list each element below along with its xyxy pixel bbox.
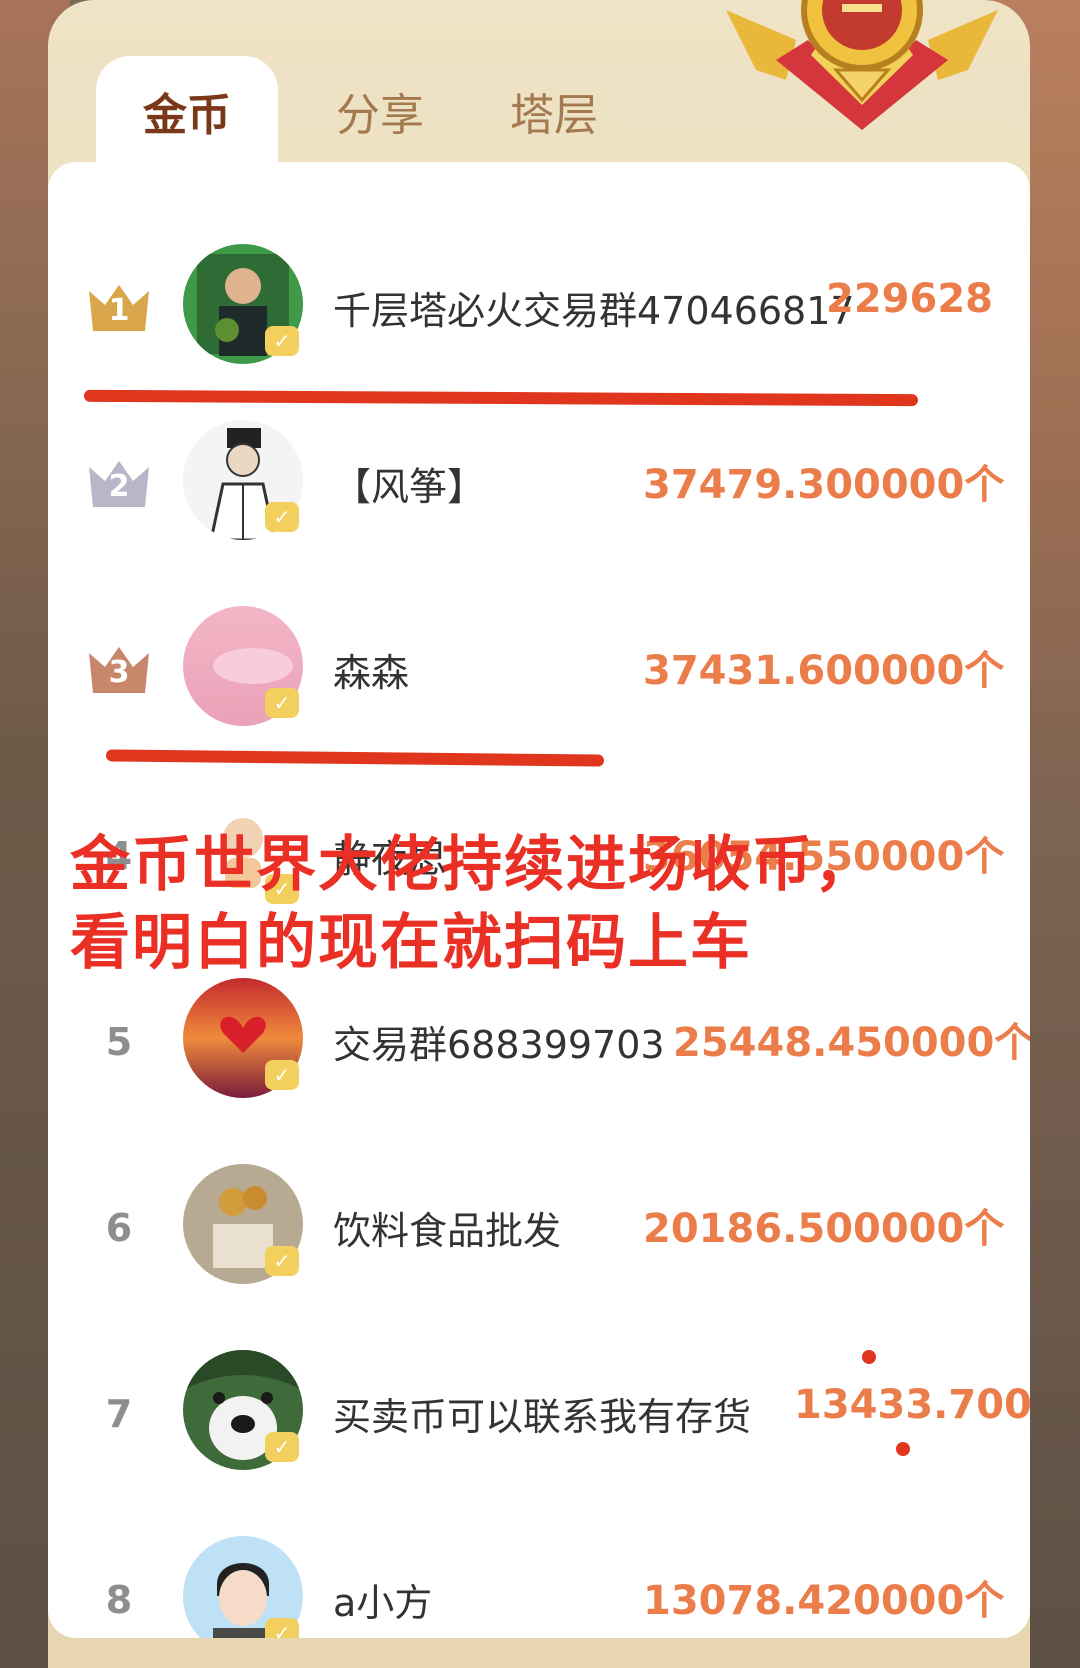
verified-badge-icon: ✓ — [265, 688, 299, 718]
coin-amount: 25448.450000个 — [673, 1020, 1030, 1066]
rank-number: 6 — [105, 1206, 133, 1250]
user-name: 千层塔必火交易群470466817 — [333, 289, 855, 333]
rank-indicator: 3 — [84, 640, 154, 700]
rank-number: 7 — [105, 1392, 133, 1436]
annotation-dot — [896, 1442, 910, 1456]
silver-crown-icon: 2 — [85, 459, 153, 509]
user-name: 森森 — [333, 651, 410, 695]
tab-gold-coins[interactable]: 金币 — [96, 56, 278, 166]
coin-amount: 37431.600000个 — [643, 648, 1005, 694]
coin-amount: 37479.300000个 — [643, 462, 1005, 508]
ranking-row[interactable]: 7 ✓ 买卖币可以联系我有存货 13433.700 — [48, 1320, 1030, 1506]
rank-number: 5 — [105, 1020, 133, 1064]
ranking-row[interactable]: 1 ✓ 千层塔必火交易群470466817 229628 — [48, 214, 1030, 400]
coin-amount: 13078.420000个 — [643, 1578, 1005, 1624]
user-name: 买卖币可以联系我有存货 — [333, 1395, 752, 1439]
promo-overlay-text: 金币世界大佬持续进场收币，看明白的现在就扫码上车 — [70, 830, 876, 978]
user-name: 【风筝】 — [333, 465, 486, 509]
verified-badge-icon: ✓ — [265, 1618, 299, 1638]
coin-amount: 20186.500000个 — [643, 1206, 1005, 1252]
verified-badge-icon: ✓ — [265, 1246, 299, 1276]
verified-badge-icon: ✓ — [265, 1432, 299, 1462]
verified-badge-icon: ✓ — [265, 502, 299, 532]
gold-crown-icon: 1 — [85, 283, 153, 333]
rank-indicator: 7 — [84, 1384, 154, 1444]
user-name: a小方 — [333, 1581, 433, 1625]
user-name: 交易群688399703 — [333, 1023, 665, 1067]
rank-number: 1 — [108, 293, 130, 328]
rank-number: 8 — [105, 1578, 133, 1622]
rank-indicator: 5 — [84, 1012, 154, 1072]
verified-badge-icon: ✓ — [265, 326, 299, 356]
coin-amount: 229628 — [826, 276, 993, 322]
ranking-row[interactable]: 2 ✓ 【风筝】 37479.300000个 — [48, 390, 1030, 576]
coin-amount: 13433.700 — [794, 1382, 1030, 1428]
tab-share[interactable]: 分享 — [300, 56, 460, 166]
verified-badge-icon: ✓ — [265, 1060, 299, 1090]
rank-indicator: 6 — [84, 1198, 154, 1258]
rank-number: 3 — [108, 655, 130, 690]
rank-number: 2 — [108, 469, 130, 504]
annotation-dot — [862, 1350, 876, 1364]
user-name: 饮料食品批发 — [333, 1209, 562, 1253]
rank-indicator: 2 — [84, 454, 154, 514]
tab-bar: 金币 分享 塔层 — [96, 56, 796, 166]
ranking-row[interactable]: 3 ✓ 森森 37431.600000个 — [48, 576, 1030, 762]
bronze-crown-icon: 3 — [85, 645, 153, 695]
ranking-row[interactable]: 6 ✓ 饮料食品批发 20186.500000个 — [48, 1134, 1030, 1320]
rank-indicator: 1 — [84, 278, 154, 338]
tab-tower-floors[interactable]: 塔层 — [474, 56, 634, 166]
ranking-row[interactable]: 8 ✓ a小方 13078.420000个 — [48, 1506, 1030, 1638]
rank-indicator: 8 — [84, 1570, 154, 1630]
